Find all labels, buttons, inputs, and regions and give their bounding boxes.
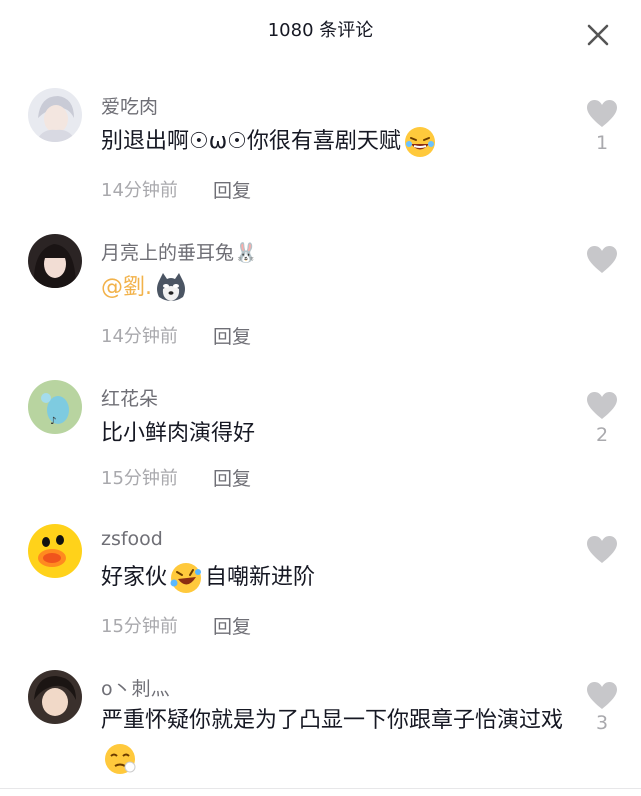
comment-username[interactable]: 爱吃肉 bbox=[101, 92, 158, 119]
laughing-emoji-icon bbox=[403, 125, 437, 159]
like-button[interactable] bbox=[586, 99, 618, 129]
avatar-image-icon bbox=[28, 88, 82, 142]
svg-text:♪: ♪ bbox=[50, 416, 56, 427]
comment-text: @劉. bbox=[101, 269, 571, 307]
comment-text: 好家伙 自嘲新进阶 bbox=[101, 559, 571, 597]
comments-header: 1080 条评论 bbox=[0, 0, 641, 62]
heart-icon bbox=[587, 100, 617, 127]
like-button[interactable] bbox=[586, 391, 618, 421]
like-button[interactable] bbox=[586, 681, 618, 711]
reply-button[interactable]: 回复 bbox=[213, 464, 251, 491]
comment-text: 比小鲜肉演得好 bbox=[101, 415, 571, 453]
comment-text-part: 别退出啊☉ω☉你很有喜剧天赋 bbox=[101, 129, 401, 154]
avatar[interactable] bbox=[28, 670, 82, 724]
heart-icon bbox=[587, 246, 617, 273]
reply-button[interactable]: 回复 bbox=[213, 176, 251, 203]
comment-time: 14分钟前 bbox=[101, 180, 178, 201]
avatar[interactable] bbox=[28, 524, 82, 578]
comment-username[interactable]: o丶刺灬 bbox=[101, 674, 170, 701]
heart-icon bbox=[587, 536, 617, 563]
like-count: 1 bbox=[595, 132, 609, 154]
comment-text: 严重怀疑你就是为了凸显一下你跟章子怡演过戏 bbox=[101, 702, 571, 778]
avatar-image-icon bbox=[28, 524, 82, 578]
comment-time: 15分钟前 bbox=[101, 468, 178, 489]
bottom-divider bbox=[0, 788, 641, 789]
husky-emoji-icon bbox=[154, 271, 188, 305]
comment-text-part: 好家伙 bbox=[101, 565, 168, 590]
avatar[interactable] bbox=[28, 234, 82, 288]
heart-icon bbox=[587, 392, 617, 419]
reply-button[interactable]: 回复 bbox=[213, 612, 251, 639]
mention-link[interactable]: @劉. bbox=[101, 275, 152, 300]
avatar-image-icon bbox=[28, 234, 82, 288]
comment-username[interactable]: 红花朵 bbox=[101, 384, 158, 411]
avatar-image-icon bbox=[28, 670, 82, 724]
close-icon bbox=[587, 24, 609, 46]
reply-button[interactable]: 回复 bbox=[213, 322, 251, 349]
like-count: 3 bbox=[595, 712, 609, 734]
avatar[interactable] bbox=[28, 88, 82, 142]
comment-username[interactable]: zsfood bbox=[101, 528, 163, 550]
rofl-emoji-icon bbox=[169, 561, 203, 595]
sleepy-face-emoji-icon bbox=[103, 742, 137, 776]
comment-time: 14分钟前 bbox=[101, 326, 178, 347]
heart-icon bbox=[587, 682, 617, 709]
comment-time: 15分钟前 bbox=[101, 616, 178, 637]
close-button[interactable] bbox=[583, 20, 613, 50]
like-count: 2 bbox=[595, 424, 609, 446]
comment-text-part: 比小鲜肉演得好 bbox=[101, 421, 256, 446]
avatar[interactable]: ♪ bbox=[28, 380, 82, 434]
comment-text-part: 自嘲新进阶 bbox=[205, 565, 316, 590]
comment-text: 别退出啊☉ω☉你很有喜剧天赋 bbox=[101, 123, 571, 161]
avatar-image-icon: ♪ bbox=[28, 380, 82, 434]
like-button[interactable] bbox=[586, 535, 618, 565]
comment-count-title: 1080 条评论 bbox=[267, 20, 374, 41]
like-button[interactable] bbox=[586, 245, 618, 275]
comment-text-part: 严重怀疑你就是为了凸显一下你跟章子怡演过戏 bbox=[101, 708, 564, 733]
comment-username[interactable]: 月亮上的垂耳兔🐰 bbox=[101, 238, 258, 265]
